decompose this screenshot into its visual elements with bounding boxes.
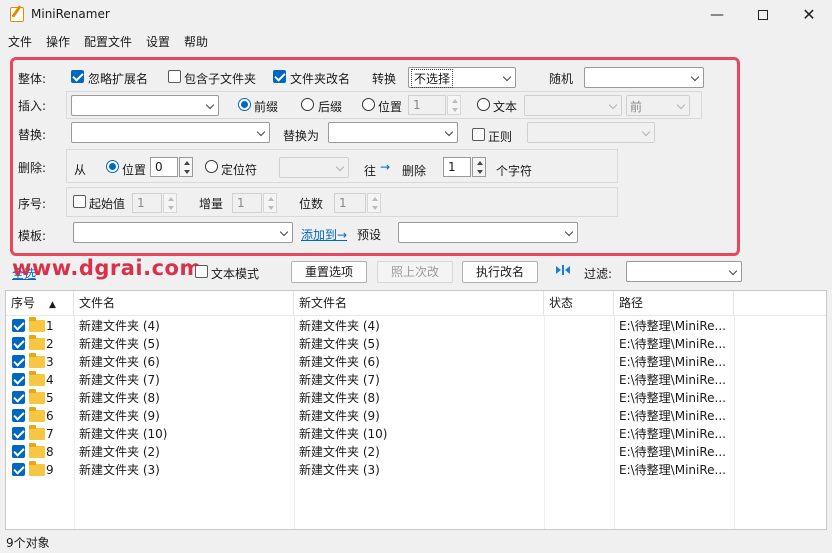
maximize-icon[interactable] [740,0,786,30]
row-path: E:\待整理\MiniRe... [619,373,726,387]
row-index: 4 [46,373,54,387]
folder-icon [29,425,45,440]
table-row[interactable]: 7 新建文件夹 (10) 新建文件夹 (10) E:\待整理\MiniRe... [6,425,826,443]
row-new-name: 新建文件夹 (9) [299,409,380,423]
sort-up-icon: ▲ [49,300,56,310]
row-index: 9 [46,463,54,477]
row-checkbox[interactable] [12,445,25,458]
column-header-status[interactable]: 状态 [544,291,614,315]
row-path: E:\待整理\MiniRe... [619,319,726,333]
row-path: E:\待整理\MiniRe... [619,337,726,351]
menu-operation[interactable]: 操作 [46,33,70,50]
window-title: MiniRenamer [31,7,110,21]
row-new-name: 新建文件夹 (2) [299,445,380,459]
folder-icon [29,335,45,350]
column-label: 路径 [619,296,644,310]
row-index: 1 [46,319,54,333]
folder-icon [29,443,45,458]
text-mode-checkbox[interactable] [195,265,208,278]
row-checkbox[interactable] [12,337,25,350]
table-row[interactable]: 3 新建文件夹 (6) 新建文件夹 (6) E:\待整理\MiniRe... [6,353,826,371]
row-path: E:\待整理\MiniRe... [619,391,726,405]
menu-settings[interactable]: 设置 [146,33,170,50]
row-name: 新建文件夹 (4) [79,319,160,333]
row-new-name: 新建文件夹 (5) [299,337,380,351]
column-header-name[interactable]: 文件名 [74,291,294,315]
menu-file[interactable]: 文件 [8,33,32,50]
row-name: 新建文件夹 (10) [79,427,168,441]
folder-icon [29,389,45,404]
row-name: 新建文件夹 (3) [79,463,160,477]
header-divider [6,315,826,316]
collapse-icon[interactable] [555,264,571,276]
app-icon [10,7,24,22]
file-list[interactable]: 序号 ▲ 文件名 新文件名 状态 路径 1 新建文件夹 (4) 新建文件夹 (4) E:… [5,290,827,530]
row-path: E:\待整理\MiniRe... [619,427,726,441]
last-time-button[interactable]: 照上次改 [377,261,453,283]
folder-icon [29,461,45,476]
row-index: 3 [46,355,54,369]
row-index: 6 [46,409,54,423]
row-name: 新建文件夹 (7) [79,373,160,387]
row-new-name: 新建文件夹 (8) [299,391,380,405]
folder-icon [29,317,45,332]
row-checkbox[interactable] [12,409,25,422]
row-path: E:\待整理\MiniRe... [619,355,726,369]
watermark: www.dgrai.com [12,256,202,280]
row-index: 2 [46,337,54,351]
row-checkbox[interactable] [12,319,25,332]
column-header-index[interactable]: 序号 ▲ [6,291,74,315]
row-new-name: 新建文件夹 (3) [299,463,380,477]
row-path: E:\待整理\MiniRe... [619,445,726,459]
filter-select[interactable] [626,261,742,282]
close-icon[interactable]: ✕ [786,0,832,30]
row-name: 新建文件夹 (2) [79,445,160,459]
row-checkbox[interactable] [12,463,25,476]
row-checkbox[interactable] [12,373,25,386]
row-index: 5 [46,391,54,405]
row-new-name: 新建文件夹 (4) [299,319,380,333]
row-index: 7 [46,427,54,441]
row-name: 新建文件夹 (8) [79,391,160,405]
highlight-box [10,57,740,256]
row-path: E:\待整理\MiniRe... [619,463,726,477]
menu-config[interactable]: 配置文件 [84,33,132,50]
table-row[interactable]: 6 新建文件夹 (9) 新建文件夹 (9) E:\待整理\MiniRe... [6,407,826,425]
table-row[interactable]: 2 新建文件夹 (5) 新建文件夹 (5) E:\待整理\MiniRe... [6,335,826,353]
column-header-new-name[interactable]: 新文件名 [294,291,544,315]
table-row[interactable]: 9 新建文件夹 (3) 新建文件夹 (3) E:\待整理\MiniRe... [6,461,826,479]
row-new-name: 新建文件夹 (10) [299,427,388,441]
row-checkbox[interactable] [12,355,25,368]
row-name: 新建文件夹 (6) [79,355,160,369]
folder-icon [29,407,45,422]
reset-button[interactable]: 重置选项 [291,261,367,283]
row-name: 新建文件夹 (9) [79,409,160,423]
folder-icon [29,353,45,368]
row-name: 新建文件夹 (5) [79,337,160,351]
row-new-name: 新建文件夹 (7) [299,373,380,387]
text-mode-label: 文本模式 [211,267,260,281]
row-path: E:\待整理\MiniRe... [619,409,726,423]
status-text: 9个对象 [6,536,50,550]
table-row[interactable]: 1 新建文件夹 (4) 新建文件夹 (4) E:\待整理\MiniRe... [6,317,826,335]
column-label: 文件名 [79,296,116,310]
column-label: 序号 [11,296,36,310]
row-new-name: 新建文件夹 (6) [299,355,380,369]
table-row[interactable]: 5 新建文件夹 (8) 新建文件夹 (8) E:\待整理\MiniRe... [6,389,826,407]
chevron-down-icon [728,266,738,276]
column-header-path[interactable]: 路径 [614,291,734,315]
row-index: 8 [46,445,54,459]
status-bar [0,531,832,553]
table-row[interactable]: 4 新建文件夹 (7) 新建文件夹 (7) E:\待整理\MiniRe... [6,371,826,389]
minimize-icon[interactable]: — [694,0,740,30]
filter-label: 过滤: [584,267,613,281]
column-label: 状态 [549,296,574,310]
table-row[interactable]: 8 新建文件夹 (2) 新建文件夹 (2) E:\待整理\MiniRe... [6,443,826,461]
folder-icon [29,371,45,386]
row-checkbox[interactable] [12,391,25,404]
execute-button[interactable]: 执行改名 [462,261,538,283]
menu-help[interactable]: 帮助 [184,33,208,50]
column-label: 新文件名 [299,296,348,310]
row-checkbox[interactable] [12,427,25,440]
